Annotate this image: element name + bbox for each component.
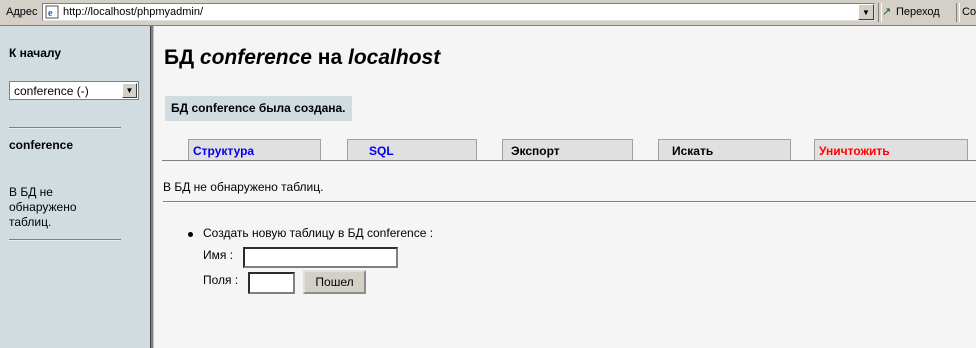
create-table-submit-button[interactable]: Пошел (303, 270, 366, 294)
title-db-name: conference (199, 46, 312, 69)
divider (9, 127, 121, 129)
tab-structure[interactable]: Структура (188, 139, 321, 161)
go-arrow-icon: ↗ (882, 6, 892, 18)
ie-page-icon: e (45, 5, 59, 19)
title-host: localhost (348, 46, 441, 69)
left-frame: К началу conference (-) ▼ conference В Б… (0, 26, 150, 348)
database-select-value: conference (-) (14, 84, 89, 98)
tab-drop[interactable]: Уничтожить (814, 139, 968, 161)
toolbar-separator (956, 3, 960, 22)
table-name-input[interactable] (243, 247, 398, 268)
go-button[interactable]: ↗ Переход (882, 3, 952, 21)
home-link[interactable]: К началу (9, 46, 61, 60)
main-frame: БД conference на localhost БД conference… (154, 26, 976, 348)
fields-count-label: Поля : (203, 273, 239, 287)
url-field[interactable]: e http://localhost/phpmyadmin/ ▼ (42, 3, 875, 21)
tab-export[interactable]: Экспорт (502, 139, 633, 161)
divider (163, 201, 976, 203)
success-notice: БД conference была создана. (165, 96, 352, 121)
title-middle: на (317, 46, 343, 69)
url-dropdown-button[interactable]: ▼ (858, 4, 874, 20)
address-bar: Адрес e http://localhost/phpmyadmin/ ▼ ↗… (0, 0, 976, 26)
tab-search[interactable]: Искать (658, 139, 791, 161)
tabs-baseline (162, 160, 976, 161)
tab-sql[interactable]: SQL (347, 139, 477, 161)
go-label: Переход (896, 6, 940, 18)
url-text: http://localhost/phpmyadmin/ (63, 6, 204, 18)
create-table-label: Создать новую таблицу в БД conference : (203, 226, 434, 240)
sidebar-no-tables-text: В БД не обнаружено таблиц. (9, 185, 77, 229)
no-tables-message: В БД не обнаружено таблиц. (163, 180, 324, 194)
list-bullet (188, 232, 193, 237)
fields-count-input[interactable] (248, 272, 295, 294)
title-prefix: БД (164, 46, 195, 69)
chevron-down-icon[interactable]: ▼ (122, 83, 137, 98)
links-button[interactable]: Со (962, 6, 976, 18)
sidebar-db-name[interactable]: conference (9, 138, 73, 152)
svg-text:e: e (48, 8, 53, 19)
address-label: Адрес (6, 6, 38, 18)
tab-bar: Структура SQL Экспорт Искать Уничтожить (162, 139, 976, 161)
database-select[interactable]: conference (-) ▼ (9, 81, 139, 100)
table-name-label: Имя : (203, 248, 234, 262)
page-title: БД conference на localhost (164, 46, 440, 70)
divider (9, 239, 121, 241)
